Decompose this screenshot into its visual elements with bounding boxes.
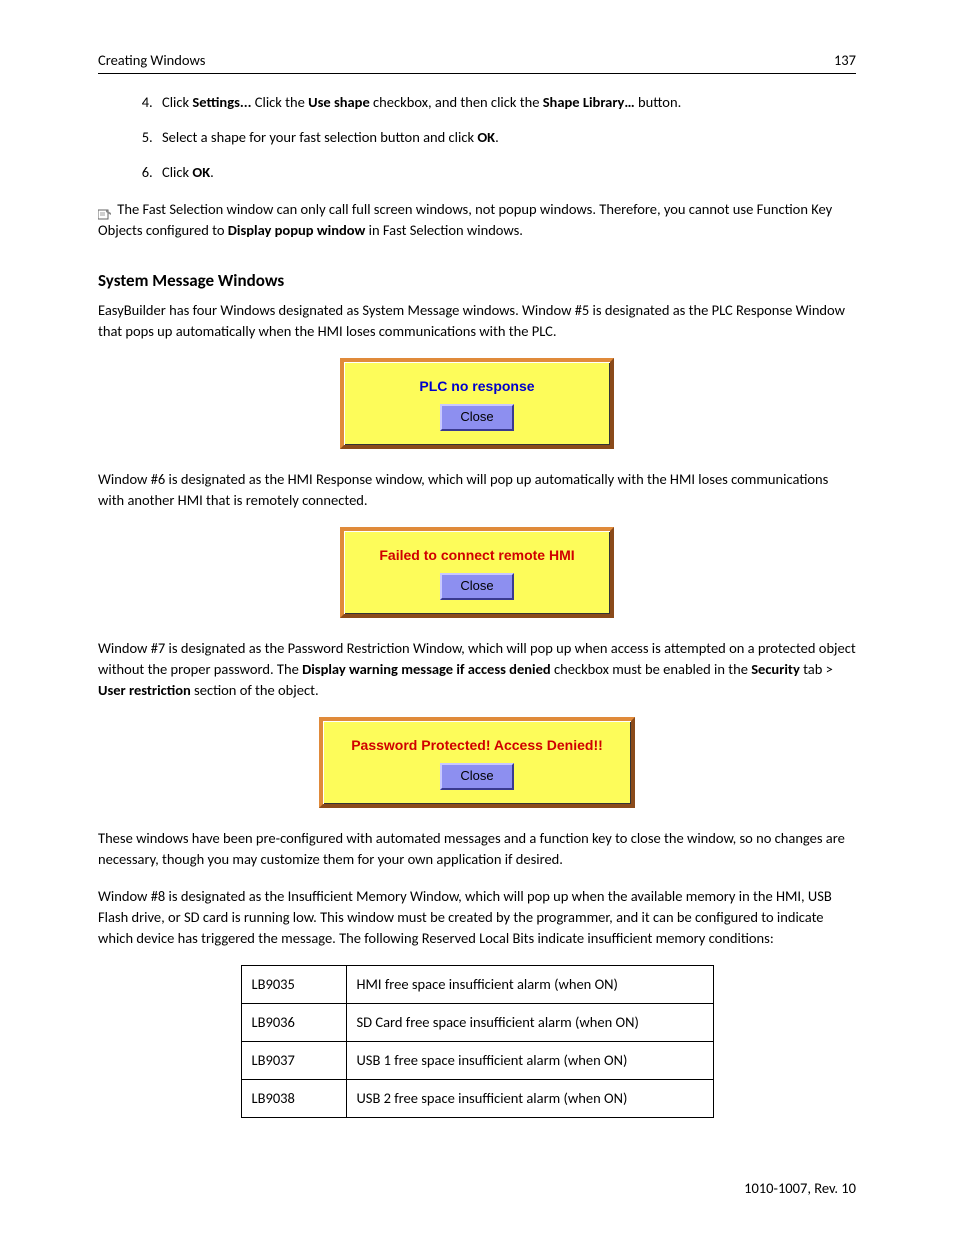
paragraph-2: Window #6 is designated as the HMI Respo…	[98, 469, 856, 511]
header-title: Creating Windows	[98, 50, 205, 71]
dialog-2-message: Failed to connect remote HMI	[372, 545, 582, 565]
paragraph-3: Window #7 is designated as the Password …	[98, 638, 856, 701]
note-icon	[98, 205, 112, 216]
dialog-1-close-button[interactable]: Close	[440, 404, 513, 431]
table-row: LB9038 USB 2 free space insufficient ala…	[241, 1080, 713, 1118]
footer: 1010-1007, Rev. 10	[98, 1178, 856, 1199]
bit-desc: SD Card free space insufficient alarm (w…	[346, 1004, 713, 1042]
dialog-2-close-button[interactable]: Close	[440, 573, 513, 600]
paragraph-1: EasyBuilder has four Windows designated …	[98, 300, 856, 342]
dialog-2-wrap: Failed to connect remote HMI Close	[98, 527, 856, 618]
failed-connect-dialog: Failed to connect remote HMI Close	[340, 527, 614, 618]
bit-code: LB9035	[241, 966, 346, 1004]
dialog-1-wrap: PLC no response Close	[98, 358, 856, 449]
bit-code: LB9038	[241, 1080, 346, 1118]
steps-list: Click Settings... Click the Use shape ch…	[98, 92, 856, 183]
note-paragraph: The Fast Selection window can only call …	[98, 199, 856, 241]
bit-code: LB9036	[241, 1004, 346, 1042]
dialog-3-message: Password Protected! Access Denied!!	[351, 735, 603, 755]
step-6: Click OK.	[156, 162, 856, 183]
table-row: LB9037 USB 1 free space insufficient ala…	[241, 1042, 713, 1080]
bit-desc: USB 2 free space insufficient alarm (whe…	[346, 1080, 713, 1118]
bit-desc: HMI free space insufficient alarm (when …	[346, 966, 713, 1004]
table-row: LB9035 HMI free space insufficient alarm…	[241, 966, 713, 1004]
plc-no-response-dialog: PLC no response Close	[340, 358, 614, 449]
paragraph-4: These windows have been pre-configured w…	[98, 828, 856, 870]
step-4: Click Settings... Click the Use shape ch…	[156, 92, 856, 113]
reserved-bits-table: LB9035 HMI free space insufficient alarm…	[241, 965, 714, 1118]
password-protected-dialog: Password Protected! Access Denied!! Clos…	[319, 717, 635, 808]
section-heading: System Message Windows	[98, 269, 856, 294]
dialog-1-message: PLC no response	[372, 376, 582, 396]
paragraph-5: Window #8 is designated as the Insuffici…	[98, 886, 856, 949]
dialog-3-wrap: Password Protected! Access Denied!! Clos…	[98, 717, 856, 808]
bit-desc: USB 1 free space insufficient alarm (whe…	[346, 1042, 713, 1080]
table-row: LB9036 SD Card free space insufficient a…	[241, 1004, 713, 1042]
step-5: Select a shape for your fast selection b…	[156, 127, 856, 148]
page-header: Creating Windows 137	[98, 50, 856, 74]
dialog-3-close-button[interactable]: Close	[440, 763, 513, 790]
bit-code: LB9037	[241, 1042, 346, 1080]
header-page-number: 137	[834, 50, 856, 71]
